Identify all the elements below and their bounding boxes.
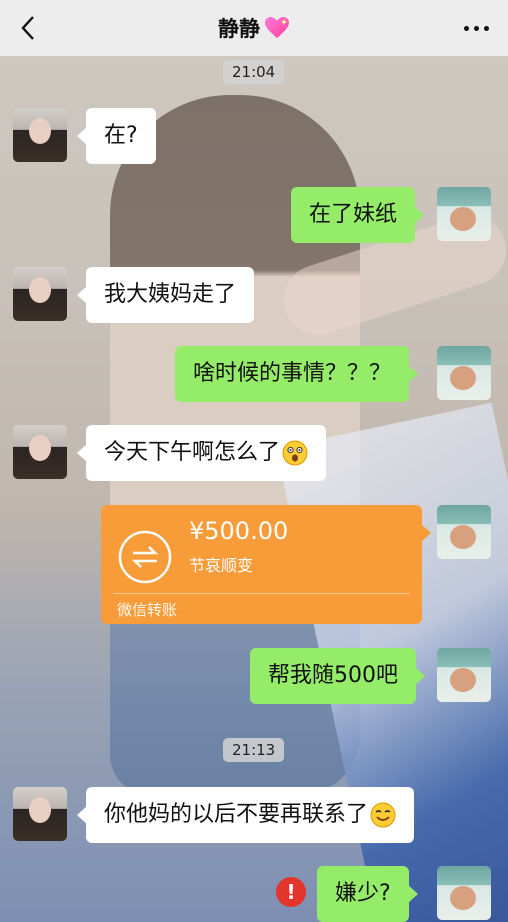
transfer-amount: ¥500.00 — [189, 517, 289, 545]
message-bubble-sent[interactable]: 在了妹纸 — [291, 187, 425, 243]
more-dots-icon — [483, 25, 489, 31]
message-bubble-received[interactable]: 今天下午啊怎么了 — [76, 425, 327, 481]
message-text: 今天下午啊怎么了 — [104, 440, 281, 465]
message-bubble-sent[interactable]: 嫌少? — [317, 866, 418, 922]
navigation-bar: 静静 — [0, 0, 508, 56]
sparkling-heart-icon — [265, 17, 289, 38]
message-bubble-received[interactable]: 在? — [77, 108, 156, 164]
my-avatar[interactable] — [437, 505, 491, 559]
divider — [113, 593, 410, 594]
message-text: 你他妈的以后不要再联系了 — [104, 802, 369, 827]
my-avatar[interactable] — [437, 866, 491, 920]
contact-avatar[interactable] — [13, 425, 67, 479]
more-options-button[interactable] — [458, 14, 494, 42]
message-bubble-sent[interactable]: 啥时候的事情？？？ — [175, 346, 419, 402]
chat-title: 静静 — [218, 13, 290, 43]
money-transfer-card[interactable]: ¥500.00 节哀顺变 微信转账 — [101, 505, 431, 624]
chevron-left-icon — [21, 16, 34, 40]
send-failed-icon[interactable]: ! — [276, 877, 306, 907]
timestamp: 21:04 — [223, 60, 285, 84]
chat-screen: 静静 21:04 在? 在了妹纸 我大姨妈走了 啥时候的事情？？？ 今天下午啊怎… — [0, 0, 508, 922]
smiling-face-icon — [370, 802, 396, 828]
my-avatar[interactable] — [437, 648, 491, 702]
timestamp: 21:13 — [223, 738, 285, 762]
transfer-label: 微信转账 — [117, 601, 178, 619]
transfer-note: 节哀顺变 — [189, 556, 254, 575]
astonished-face-icon — [282, 440, 308, 466]
more-dots-icon — [473, 25, 479, 31]
contact-name: 静静 — [218, 17, 260, 41]
more-dots-icon — [463, 25, 469, 31]
my-avatar[interactable] — [437, 346, 491, 400]
message-bubble-sent[interactable]: 帮我随500吧 — [250, 648, 425, 704]
contact-avatar[interactable] — [13, 267, 67, 321]
contact-avatar[interactable] — [13, 787, 67, 841]
back-button[interactable] — [12, 12, 44, 44]
my-avatar[interactable] — [437, 187, 491, 241]
contact-avatar[interactable] — [13, 108, 67, 162]
message-bubble-received[interactable]: 你他妈的以后不要再联系了 — [76, 787, 415, 843]
transfer-arrows-icon — [118, 530, 172, 584]
message-bubble-received[interactable]: 我大姨妈走了 — [76, 267, 255, 323]
